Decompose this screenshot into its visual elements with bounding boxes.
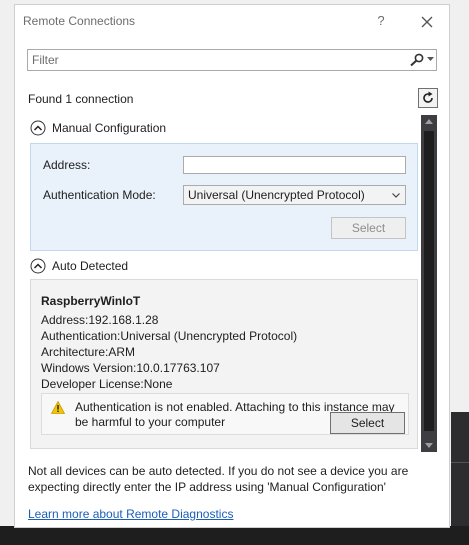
auth-mode-label: Authentication Mode:: [43, 188, 156, 202]
filter-input[interactable]: [32, 51, 402, 69]
device-authentication: Authentication:Universal (Unencrypted Pr…: [41, 329, 298, 343]
detected-device-card: RaspberryWinIoT Address:192.168.1.28 Aut…: [30, 279, 418, 449]
device-name: RaspberryWinIoT: [41, 294, 141, 308]
dialog-title: Remote Connections: [23, 14, 136, 28]
collapse-icon: [30, 258, 46, 274]
title-bar: Remote Connections ?: [15, 5, 449, 37]
search-icon[interactable]: [409, 53, 425, 67]
warning-box: Authentication is not enabled. Attaching…: [41, 393, 409, 435]
device-select-button[interactable]: Select: [330, 412, 405, 434]
chevron-down-icon[interactable]: [427, 57, 434, 62]
device-windows-version: Windows Version:10.0.17763.107: [41, 361, 220, 375]
address-input[interactable]: [183, 156, 406, 174]
address-label: Address:: [43, 158, 91, 172]
auth-mode-value: Universal (Unencrypted Protocol): [188, 188, 365, 202]
collapse-icon: [30, 120, 46, 136]
scrollbar-thumb[interactable]: [424, 131, 434, 431]
refresh-button[interactable]: [418, 88, 438, 108]
ide-divider: [451, 462, 469, 463]
found-count-text: Found 1 connection: [28, 92, 134, 106]
filter-box: [27, 49, 437, 71]
manual-select-button[interactable]: Select: [331, 217, 406, 239]
manual-configuration-label: Manual Configuration: [52, 121, 167, 135]
chevron-down-icon: [392, 193, 400, 198]
scroll-up-icon[interactable]: [425, 119, 433, 124]
device-developer-license: Developer License:None: [41, 377, 173, 391]
close-icon[interactable]: [416, 11, 438, 33]
scroll-down-icon[interactable]: [425, 443, 433, 448]
detection-note: Not all devices can be auto detected. If…: [28, 464, 409, 494]
device-architecture: Architecture:ARM: [41, 345, 136, 359]
device-address: Address:192.168.1.28: [41, 313, 159, 327]
warning-icon: [51, 401, 65, 414]
auto-detected-label: Auto Detected: [52, 259, 129, 273]
list-scrollbar[interactable]: [421, 115, 437, 452]
learn-more-link[interactable]: Learn more about Remote Diagnostics: [28, 507, 233, 521]
manual-configuration-panel: Address: Authentication Mode: Universal …: [30, 143, 418, 251]
ide-background-bottom: [0, 526, 469, 545]
remote-connections-dialog: Remote Connections ? Found 1 connection: [14, 4, 450, 528]
refresh-icon: [423, 91, 433, 103]
auth-mode-select[interactable]: Universal (Unencrypted Protocol): [183, 185, 406, 205]
connections-list: Manual Configuration Address: Authentica…: [28, 115, 435, 452]
help-button[interactable]: ?: [371, 11, 391, 31]
